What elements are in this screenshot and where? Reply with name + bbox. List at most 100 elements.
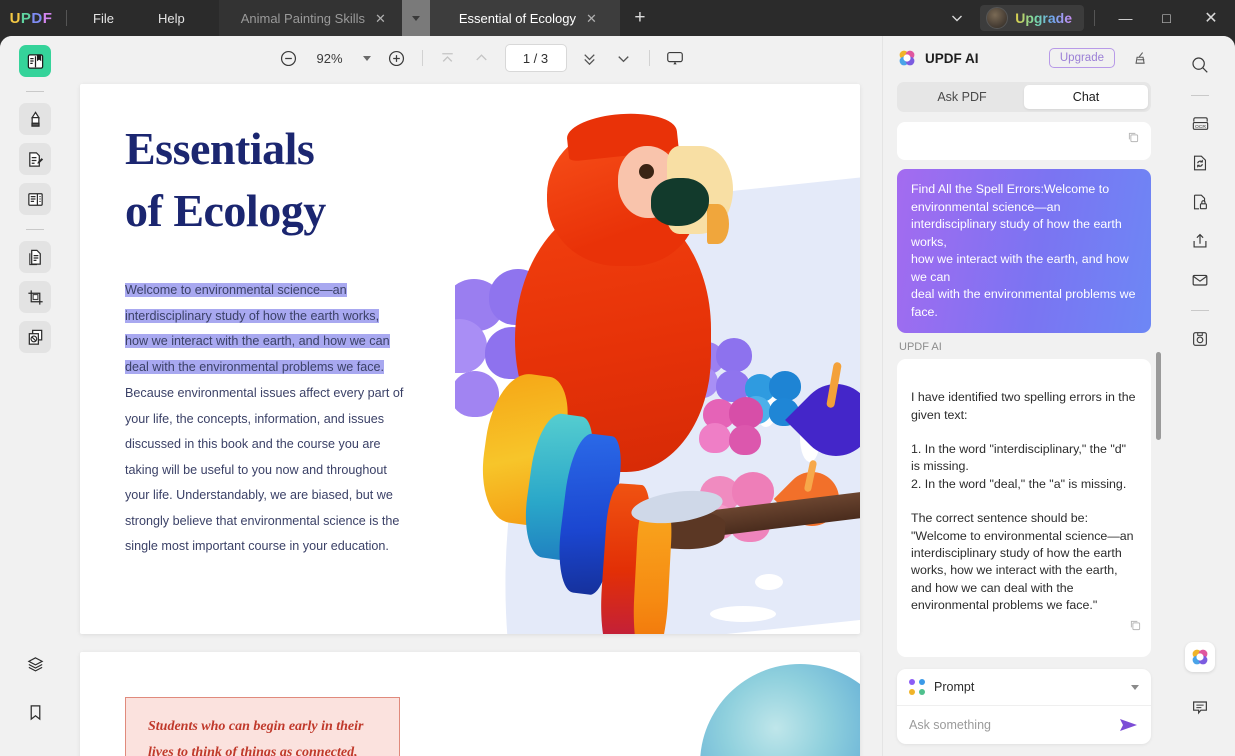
ocr-icon[interactable]: OCR (1183, 107, 1217, 141)
document-toolbar: 92% 1 / 3 (70, 36, 893, 76)
zoom-in-button[interactable] (380, 43, 414, 73)
chevron-down-icon (1131, 685, 1139, 690)
prompt-selector[interactable]: Prompt (897, 669, 1151, 706)
sidebar-item-crop-pages[interactable] (19, 281, 51, 313)
title-line-1: Essentials (125, 123, 314, 174)
copy-icon[interactable] (1128, 601, 1143, 651)
tab-strip: Animal Painting Skills ✕ Essential of Ec… (219, 0, 660, 36)
save-disk-icon[interactable] (1183, 322, 1217, 356)
assistant-message-text: I have identified two spelling errors in… (911, 390, 1136, 612)
copy-icon[interactable] (1126, 130, 1141, 145)
send-arrow-icon[interactable] (1119, 717, 1139, 733)
body-line-6: strongly believe that environmental scie… (125, 514, 399, 528)
user-message-bubble: Find All the Spell Errors:Welcome to env… (897, 169, 1151, 333)
page-title: Essentials of Ecology (125, 126, 455, 234)
minimize-button[interactable]: — (1105, 0, 1146, 36)
zoom-out-button[interactable] (272, 43, 306, 73)
search-icon[interactable] (1183, 48, 1217, 82)
upgrade-button[interactable]: Upgrade (980, 5, 1084, 31)
document-scroll-container[interactable]: Essentials of Ecology Welcome to environ… (70, 76, 893, 756)
broom-icon[interactable] (1129, 50, 1151, 67)
tab-list-dropdown[interactable] (402, 0, 430, 36)
tab-ask-pdf[interactable]: Ask PDF (900, 85, 1024, 109)
body-line-5: your life. Understandably, we are biased… (125, 488, 393, 502)
sidebar-item-organize-pages[interactable] (19, 241, 51, 273)
close-icon[interactable]: ✕ (375, 12, 386, 25)
ai-panel-header: UPDF AI Upgrade (883, 36, 1165, 76)
updf-ai-panel: UPDF AI Upgrade Ask PDF Chat (882, 36, 1165, 756)
tab-animal-painting-skills[interactable]: Animal Painting Skills ✕ (219, 0, 402, 36)
titlebar-right-group: Upgrade — □ ✕ (934, 0, 1235, 36)
document-lock-icon[interactable] (1183, 185, 1217, 219)
sidebar-item-edit-pdf[interactable] (19, 143, 51, 175)
tab-chat[interactable]: Chat (1024, 85, 1148, 109)
title-line-2: of Ecology (125, 188, 455, 234)
close-icon[interactable]: ✕ (586, 12, 597, 25)
title-bar: UPDF File Help Animal Painting Skills ✕ … (0, 0, 1235, 36)
zoom-level-value[interactable]: 92% (306, 51, 354, 66)
avatar (986, 7, 1008, 29)
titlebar-divider-2 (1094, 10, 1095, 26)
body-paragraph[interactable]: Because environmental issues affect ever… (125, 381, 455, 560)
presentation-mode-button[interactable] (658, 43, 692, 73)
scarlet-macaw-parrot-illustration (455, 84, 860, 634)
body-line-7: single most important course in your edu… (125, 539, 389, 553)
svg-text:OCR: OCR (1194, 123, 1205, 129)
next-page-button[interactable] (573, 43, 607, 73)
body-line-2: your life, the concepts, information, an… (125, 412, 384, 426)
close-window-button[interactable]: ✕ (1187, 0, 1235, 36)
rail-divider-2 (26, 229, 44, 230)
watercolor-globe-illustration (700, 664, 860, 756)
previous-page-button[interactable] (465, 43, 499, 73)
updf-logo: UPDF (0, 0, 62, 36)
first-page-button[interactable] (431, 43, 465, 73)
envelope-icon[interactable] (1183, 263, 1217, 297)
ai-thread-scrollbar[interactable] (1156, 352, 1161, 440)
menu-help[interactable]: Help (136, 0, 207, 36)
last-page-button[interactable] (607, 43, 641, 73)
parrot-beak-tip (707, 204, 729, 244)
ai-upgrade-button[interactable]: Upgrade (1049, 48, 1115, 68)
sidebar-item-form-fields[interactable] (19, 183, 51, 215)
sidebar-item-redact[interactable] (19, 321, 51, 353)
selected-line-1: Welcome to environmental science—an (125, 283, 347, 297)
page-2: Students who can begin early in their li… (80, 652, 860, 756)
updf-ai-flower-icon[interactable] (1185, 642, 1215, 672)
right-rail-bottom-group (1183, 642, 1217, 756)
ask-something-input[interactable] (909, 718, 1111, 732)
body-line-3: discussed in this book and the course yo… (125, 437, 381, 451)
menu-file[interactable]: File (71, 0, 136, 36)
cloud-dot-4 (710, 606, 776, 622)
body-line-4: taking will be useful to you now and thr… (125, 463, 387, 477)
comment-bubble-icon[interactable] (1183, 690, 1217, 724)
right-rail-divider-2 (1191, 310, 1209, 311)
sidebar-item-annotate[interactable] (19, 103, 51, 135)
right-toolbar-rail: OCR (1165, 36, 1235, 756)
selected-paragraph[interactable]: Welcome to environmental science—an inte… (125, 278, 455, 380)
share-upload-icon[interactable] (1183, 224, 1217, 258)
left-toolbar-rail (0, 36, 70, 756)
selected-line-3: how we interact with the earth, and how … (125, 334, 390, 348)
chevron-down-icon[interactable] (354, 45, 380, 71)
chevron-down-icon[interactable] (934, 0, 980, 36)
sidebar-item-reader-mode[interactable] (19, 45, 51, 77)
ai-chat-thread[interactable]: Find All the Spell Errors:Welcome to env… (883, 122, 1165, 659)
convert-document-icon[interactable] (1183, 146, 1217, 180)
page-number-input[interactable]: 1 / 3 (505, 44, 567, 72)
rail-divider (26, 91, 44, 92)
tab-essential-of-ecology[interactable]: Essential of Ecology ✕ (430, 0, 620, 36)
body-line-1: Because environmental issues affect ever… (125, 386, 403, 400)
ai-panel-title: UPDF AI (925, 51, 979, 66)
maximize-button[interactable]: □ (1146, 0, 1187, 36)
upgrade-label: Upgrade (1015, 10, 1072, 26)
prompt-dots-icon (909, 679, 925, 695)
sidebar-item-bookmarks[interactable] (19, 696, 51, 728)
assistant-message-bubble: I have identified two spelling errors in… (897, 359, 1151, 657)
quote-text: Students who can begin early in their li… (148, 714, 377, 756)
new-tab-button[interactable]: + (620, 0, 660, 36)
updf-ai-flower-icon (897, 48, 917, 68)
sidebar-item-layers[interactable] (19, 648, 51, 680)
app-shell: 92% 1 / 3 (0, 36, 1235, 756)
assistant-sender-label: UPDF AI (899, 341, 1151, 353)
ask-input-row (897, 706, 1151, 744)
